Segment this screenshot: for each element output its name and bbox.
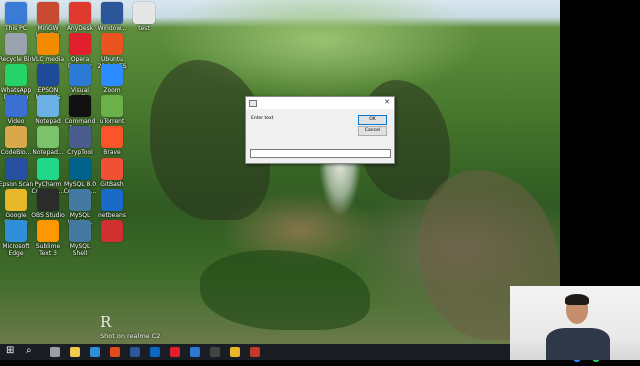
desktop-icon-label: AnyDesk [66, 25, 94, 32]
task-view-icon[interactable] [50, 347, 60, 357]
app-icon [69, 64, 91, 86]
webcam-overlay [510, 286, 640, 360]
presenter-body [546, 328, 610, 360]
dialog-prompt: Enter text [251, 116, 274, 121]
cancel-button[interactable]: Cancel [358, 126, 387, 136]
desktop-icon[interactable]: AnyDesk [62, 2, 98, 32]
chrome-icon[interactable] [230, 347, 240, 357]
desktop-icon-label: Recycle Bin [0, 56, 34, 63]
desktop-icon-label: Sublime Text 3 [35, 243, 61, 257]
desktop-icon-label: Microsoft Edge [2, 243, 30, 257]
desktop-icon[interactable]: Brave [94, 126, 130, 156]
search-icon[interactable]: ⌕ [26, 345, 32, 356]
vscode-icon[interactable] [190, 347, 200, 357]
desktop-icon-label: GitBash [100, 181, 124, 188]
desktop-icon-label: CodeBlo... [0, 149, 32, 156]
desktop-icon[interactable]: Recycle Bin [0, 33, 34, 63]
app-icon [101, 189, 123, 211]
app-icon [101, 158, 123, 180]
app-icon [37, 158, 59, 180]
app-icon [69, 2, 91, 24]
app-icon [5, 126, 27, 148]
desktop-icon[interactable]: GitBash [94, 158, 130, 188]
desktop-icon-label: Window... [97, 25, 127, 32]
desktop-icon[interactable]: uTorrent [94, 95, 130, 125]
app-icon [37, 126, 59, 148]
desktop-icon-label: uTorrent [99, 118, 125, 125]
office-icon[interactable] [110, 347, 120, 357]
input-dialog: ✕ Enter text OK Cancel [245, 96, 395, 164]
ok-button[interactable]: OK [358, 115, 387, 125]
screen-border [560, 0, 640, 286]
app-icon [69, 126, 91, 148]
camera-watermark: Shot on realme C2 [100, 332, 161, 340]
app-icon [37, 220, 59, 242]
edge-icon[interactable] [90, 347, 100, 357]
desktop-icon[interactable]: Notepad... [30, 126, 66, 156]
app-icon [37, 33, 59, 55]
desktop-icon[interactable] [94, 220, 130, 243]
desktop-wallpaper: This PCMinGW InstallerAnyDeskWindow...te… [0, 0, 560, 344]
close-icon[interactable]: ✕ [384, 98, 390, 106]
app-icon [69, 189, 91, 211]
app-icon [5, 220, 27, 242]
desktop-icon-label: Notepad... [32, 149, 64, 156]
presenter-hair [565, 294, 589, 305]
dialog-titlebar[interactable]: ✕ [246, 97, 394, 109]
app-icon [101, 95, 123, 117]
app-icon [101, 64, 123, 86]
realme-logo: R [100, 313, 112, 331]
desktop-icon[interactable]: CodeBlo... [0, 126, 34, 156]
desktop-icon-label: OBS Studio [31, 212, 65, 219]
window-icon [249, 100, 257, 107]
start-button[interactable]: ⊞ [6, 345, 14, 356]
app-icon[interactable] [250, 347, 260, 357]
app-icon [69, 95, 91, 117]
desktop-icon[interactable]: Zoom [94, 64, 130, 94]
text-input-field[interactable] [250, 149, 391, 158]
desktop-icon-label: This PC [5, 25, 27, 32]
linkedin-icon[interactable] [150, 347, 160, 357]
app-icon [69, 158, 91, 180]
app-icon [133, 2, 155, 24]
app-icon [101, 220, 123, 242]
app-icon [69, 220, 91, 242]
app-icon [101, 2, 123, 24]
desktop-icon-label: MySQL Shell [69, 243, 91, 257]
desktop-icon-label: Notepad [35, 118, 61, 125]
desktop-icon-label: Zoom [103, 87, 121, 94]
desktop-icon[interactable]: CrypTool [62, 126, 98, 156]
desktop-icon[interactable]: OBS Studio [30, 189, 66, 219]
app-icon [101, 33, 123, 55]
app-icon [37, 64, 59, 86]
foliage-shape [200, 250, 370, 330]
app-icon [5, 33, 27, 55]
obs-icon[interactable] [210, 347, 220, 357]
file-explorer-icon[interactable] [70, 347, 80, 357]
app-icon [5, 158, 27, 180]
app-icon [5, 189, 27, 211]
desktop-icon-label: netbeans [98, 212, 126, 219]
desktop-icon[interactable]: MySQL Shell [62, 220, 98, 257]
desktop-icon[interactable]: netbeans [94, 189, 130, 219]
app-icon [5, 95, 27, 117]
app-icon [101, 126, 123, 148]
desktop-icon-label: test [138, 25, 150, 32]
desktop-icon[interactable]: test [126, 2, 162, 32]
desktop-icon[interactable]: Window... [94, 2, 130, 32]
desktop-icon[interactable]: This PC [0, 2, 34, 32]
desktop-icon-label: Brave [103, 149, 121, 156]
app-icon [37, 95, 59, 117]
desktop-icon[interactable]: Microsoft Edge [0, 220, 34, 257]
app-icon [69, 33, 91, 55]
desktop-icon[interactable]: Sublime Text 3 [30, 220, 66, 257]
app-icon [37, 2, 59, 24]
app-icon [5, 64, 27, 86]
desktop-icon[interactable]: Notepad [30, 95, 66, 125]
desktop-icon-label: CrypTool [67, 149, 93, 156]
opera-icon[interactable] [170, 347, 180, 357]
app-icon [5, 2, 27, 24]
word-icon[interactable] [130, 347, 140, 357]
app-icon [37, 189, 59, 211]
